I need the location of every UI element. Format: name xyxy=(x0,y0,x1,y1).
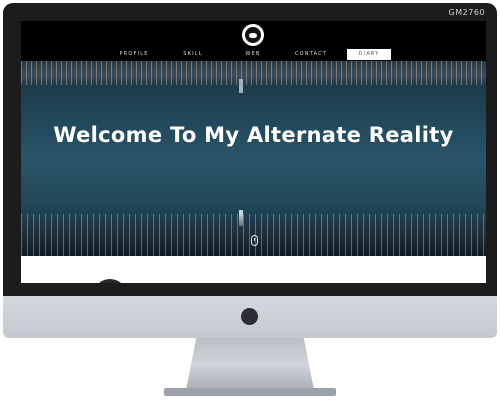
monitor-bezel: GM2760 PROFILE SKILL WEB CONTACT DIARY W… xyxy=(3,3,497,299)
site-logo-icon[interactable] xyxy=(242,24,264,46)
monitor-screen: PROFILE SKILL WEB CONTACT DIARY Welcome … xyxy=(21,21,486,283)
monitor-logo-dot-icon xyxy=(241,308,258,325)
nav-item-skill[interactable]: SKILL xyxy=(178,49,208,60)
nav-item-diary[interactable]: DIARY xyxy=(347,49,391,60)
profile-avatar xyxy=(93,279,127,283)
scroll-down-mouse-icon[interactable] xyxy=(251,235,258,246)
monitor-model-label: GM2760 xyxy=(448,8,485,17)
nav-item-contact[interactable]: CONTACT xyxy=(291,49,331,60)
hero-title: Welcome To My Alternate Reality xyxy=(53,123,454,147)
nav-menu: PROFILE SKILL WEB CONTACT DIARY xyxy=(21,49,486,60)
nav-item-profile[interactable]: PROFILE xyxy=(114,49,154,60)
monitor-stand-base xyxy=(164,388,336,396)
hero-tower-reflection xyxy=(239,79,243,93)
logo-emblem-icon xyxy=(245,27,261,43)
monitor-stand-neck xyxy=(186,338,314,390)
nav-item-web[interactable]: WEB xyxy=(238,49,268,60)
hero-city-reflection-top xyxy=(21,61,486,85)
site-navigation: PROFILE SKILL WEB CONTACT DIARY xyxy=(21,21,486,61)
hero-banner: Welcome To My Alternate Reality xyxy=(21,61,486,256)
